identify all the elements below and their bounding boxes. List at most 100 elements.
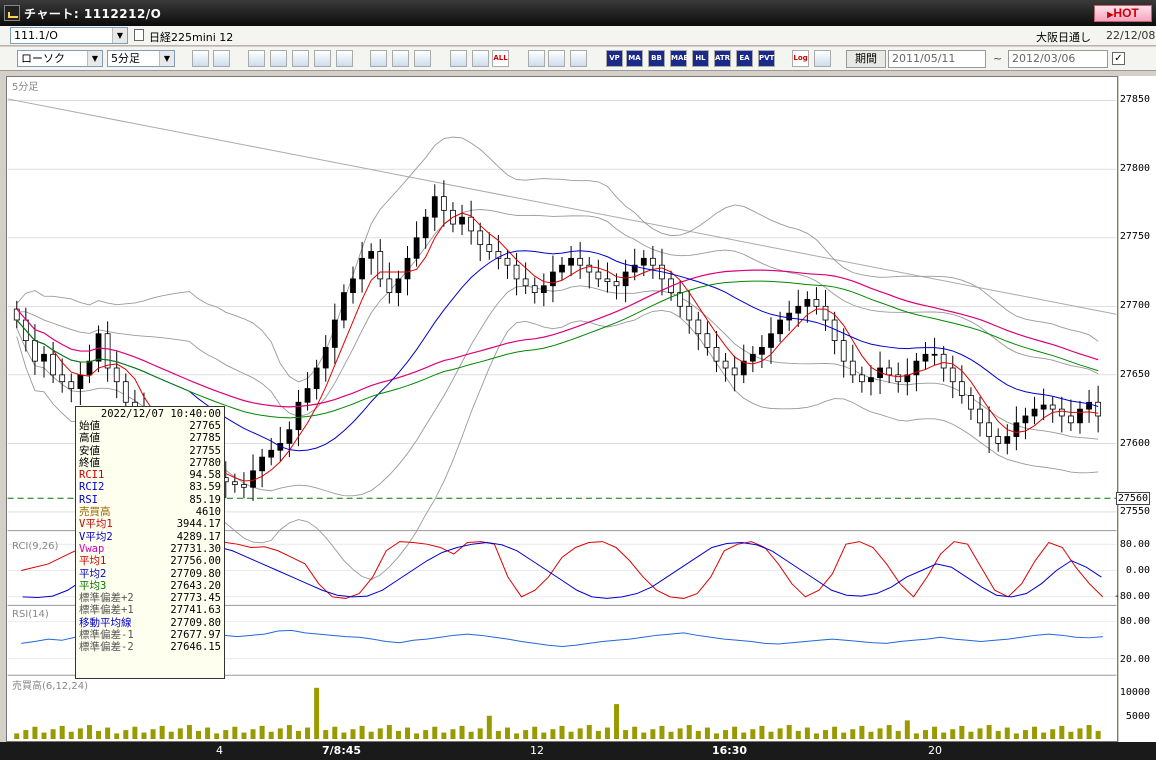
x-label-1: 4 [216, 744, 223, 757]
rsi-panel-label: RSI(14) [12, 609, 49, 620]
symbol-select[interactable]: 111.1/O ▼ [10, 27, 128, 44]
volume-bar [986, 725, 992, 740]
color-tool-icon[interactable] [570, 50, 587, 67]
checkbox-icon[interactable] [134, 29, 144, 41]
chevron-down-icon[interactable]: ▼ [112, 28, 127, 43]
bars-tool-icon[interactable] [292, 50, 309, 67]
tooltip-value: 27741.63 [170, 604, 221, 617]
tooltip-key: RSI [79, 493, 98, 506]
candle-body [1040, 404, 1047, 410]
volume-bar [205, 727, 211, 740]
volume-bar [141, 732, 147, 740]
cursor-tool-icon[interactable] [248, 50, 265, 67]
volume-bar [414, 733, 420, 740]
gear-tool-icon[interactable] [528, 50, 545, 67]
candle-body [786, 312, 793, 321]
symbol-bar: 111.1/O ▼ 日経225mini 12 大阪日通し 22/12/08 [0, 26, 1156, 46]
volume-bar [114, 733, 120, 740]
volume-bar [377, 728, 383, 740]
log-tool-icon[interactable]: Log [792, 50, 809, 67]
rci-tick: 80.00 [1119, 538, 1150, 550]
volume-bar [214, 733, 220, 740]
candle-body [440, 196, 447, 211]
zoom-tool-icon[interactable] [192, 50, 209, 67]
tooltip-value: 27677.97 [170, 629, 221, 642]
volume-bar [123, 730, 129, 740]
chevron-down-icon[interactable]: ▼ [159, 51, 174, 66]
tooltip-key: RCI1 [79, 469, 105, 482]
period-check-icon[interactable]: ✓ [1112, 52, 1125, 65]
tooltip-key: 始値 [79, 420, 100, 432]
x-label-2: 7/8:45 [322, 744, 362, 757]
search-tool-icon[interactable] [270, 50, 287, 67]
candle-body [731, 367, 738, 376]
pointer-tool-icon[interactable] [392, 50, 409, 67]
volume-bar [386, 725, 392, 740]
tooltip-value: 3944.17 [176, 518, 221, 531]
date-from-field[interactable]: 2011/05/11 [888, 50, 986, 68]
interval-select[interactable]: 5分足 ▼ [107, 50, 175, 67]
volume-bar [468, 731, 474, 740]
print-tool-icon[interactable] [814, 50, 831, 67]
pvt-tool-icon[interactable]: PVT [758, 50, 775, 67]
candle-body [559, 264, 565, 273]
volume-bar [732, 726, 738, 740]
volume-bar [795, 730, 801, 740]
volume-bar [677, 728, 683, 740]
volume-bar [723, 730, 729, 740]
info-tool-icon[interactable] [336, 50, 353, 67]
ma-tool-icon[interactable]: MA [626, 50, 643, 67]
grid-tool-icon[interactable] [213, 50, 230, 67]
cb1-tool-icon[interactable] [450, 50, 467, 67]
chevron-down-icon[interactable]: ▼ [87, 51, 102, 66]
atr-tool-icon[interactable]: ATR [714, 50, 731, 67]
chart-type-select[interactable]: ローソク ▼ [17, 50, 103, 67]
volume-bar [750, 729, 756, 740]
bb-tool-icon[interactable]: BB [648, 50, 665, 67]
volume-bar [686, 725, 692, 740]
volume-bar [514, 733, 520, 740]
vp-tool-icon[interactable]: VP [606, 50, 623, 67]
rci-tick: -80.00 [1113, 591, 1150, 603]
hot-button[interactable]: HOT [1094, 5, 1152, 22]
date-separator: ~ [993, 52, 1003, 65]
hl-tool-icon[interactable]: HL [692, 50, 709, 67]
draw-tool-icon[interactable] [370, 50, 387, 67]
price-tick: 27800 [1119, 162, 1150, 174]
undo-tool-icon[interactable] [414, 50, 431, 67]
volume-bar [977, 728, 983, 740]
candle-body [268, 449, 275, 458]
volume-bar [286, 725, 292, 740]
candle-body [849, 360, 856, 376]
candle-body [1095, 401, 1102, 417]
candle-body [949, 367, 956, 383]
volume-bar [532, 726, 538, 740]
tooltip-row: Vwap 27731.30 [79, 543, 221, 555]
volume-bar [777, 728, 783, 740]
cross-tool-icon[interactable] [314, 50, 331, 67]
interval-value: 5分足 [111, 52, 140, 65]
volume-bar [504, 727, 510, 740]
mae-tool-icon[interactable]: MAE [670, 50, 688, 67]
volume-bar [932, 726, 938, 740]
volume-bar [23, 730, 29, 740]
bollinger-band-line [16, 136, 1099, 383]
tooltip-value: 27731.30 [170, 542, 221, 555]
pen-tool-icon[interactable] [548, 50, 565, 67]
price-tick: 27550 [1119, 506, 1150, 518]
exchange-label: 大阪日通し [1036, 31, 1091, 44]
candle-body [122, 381, 129, 403]
period-button[interactable]: 期間 [846, 50, 886, 68]
tooltip-key: 高値 [79, 432, 100, 445]
cb2-tool-icon[interactable] [472, 50, 489, 67]
tooltip-datetime: 2022/12/07 10:40:00 [100, 408, 221, 420]
volume-bar [305, 727, 311, 740]
candle-body [377, 251, 384, 280]
candle-body [241, 484, 247, 488]
all-tool-icon[interactable]: ALL [492, 50, 509, 67]
volume-bar [268, 731, 274, 740]
volume-bar [741, 732, 747, 740]
volume-bar [423, 730, 429, 740]
date-to-field[interactable]: 2012/03/06 [1008, 50, 1108, 68]
ea-tool-icon[interactable]: EA [736, 50, 753, 67]
